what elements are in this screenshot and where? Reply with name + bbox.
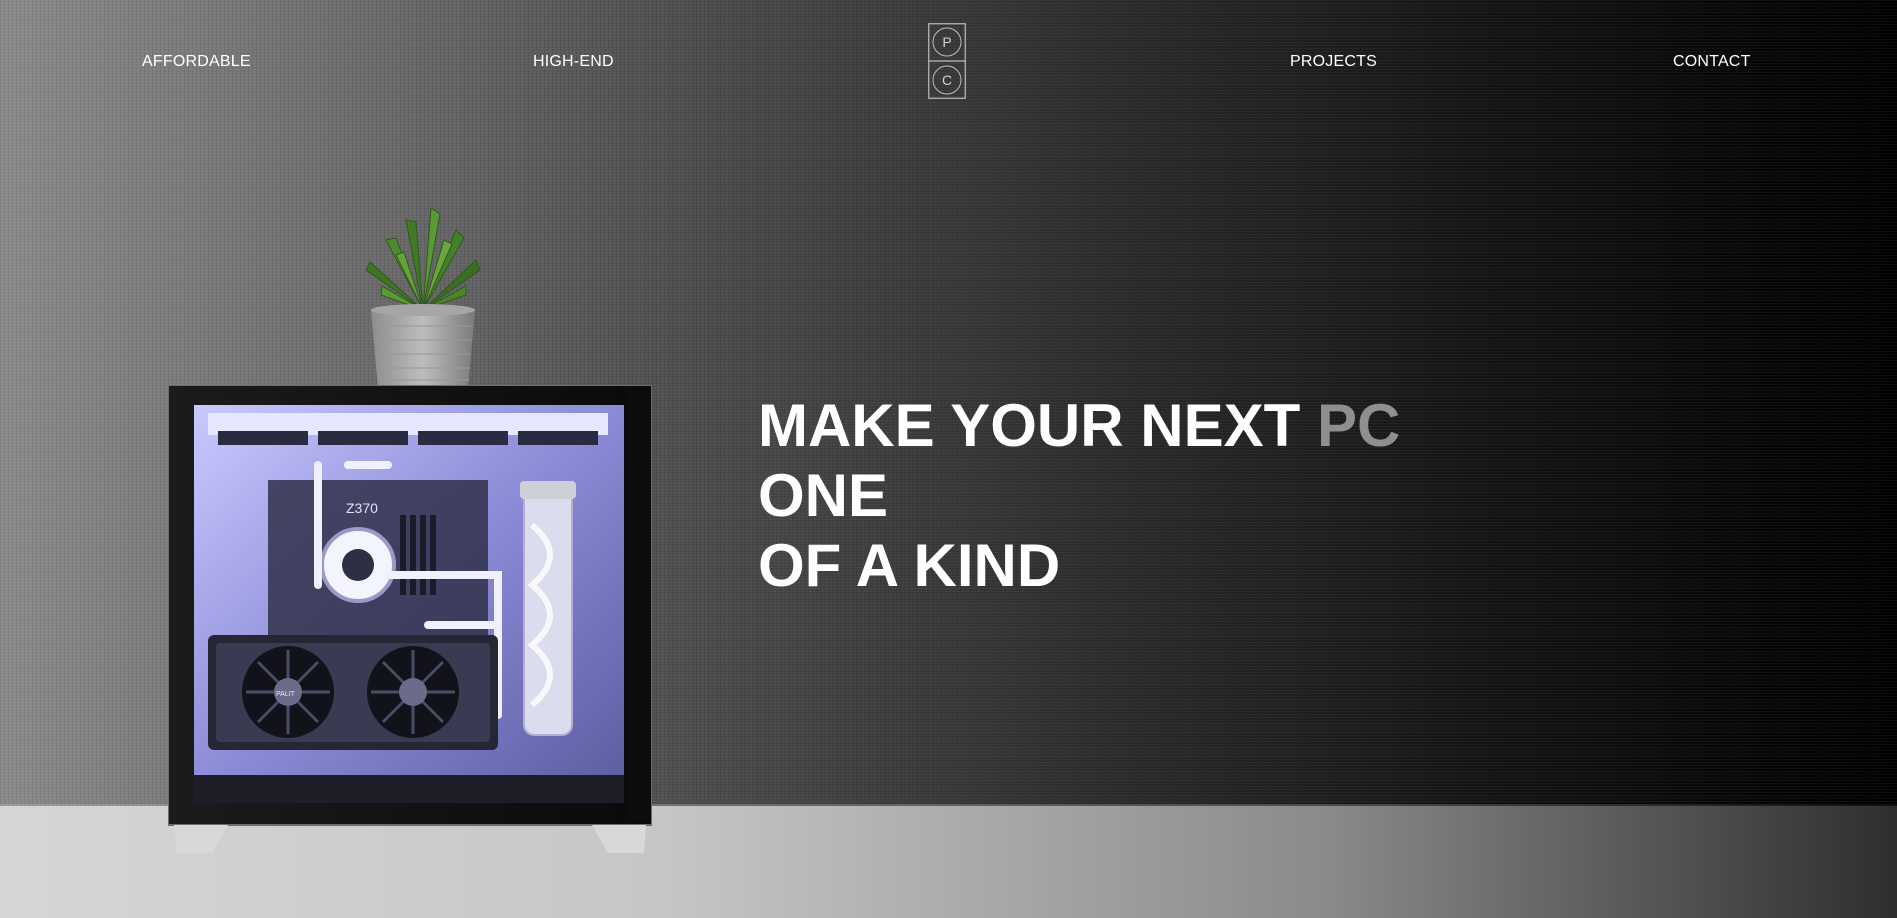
gpu-brand-label: PALIT	[276, 691, 296, 698]
logo-letter-bottom: C	[942, 72, 952, 88]
plant-image	[365, 207, 481, 388]
hero-section: Z370 PALIT AFFORDABLE HIGH-END P C PROJE…	[0, 0, 1897, 918]
nav-link-contact[interactable]: CONTACT	[1673, 53, 1751, 71]
pc-case-image: Z370 PALIT	[168, 385, 652, 853]
headline-part-1: MAKE YOUR NEXT	[758, 392, 1317, 459]
nav-link-affordable[interactable]: AFFORDABLE	[142, 53, 251, 71]
headline-part-2: ONE	[758, 462, 889, 529]
hero-headline: MAKE YOUR NEXT PC ONE OF A KIND	[758, 391, 1518, 601]
headline-accent: PC	[1316, 392, 1401, 459]
pc-logo-icon[interactable]: P C	[928, 23, 966, 99]
motherboard-label: Z370	[346, 500, 378, 516]
nav-link-high-end[interactable]: HIGH-END	[533, 53, 614, 71]
nav-link-projects[interactable]: PROJECTS	[1290, 53, 1377, 71]
headline-line-2: OF A KIND	[758, 532, 1061, 599]
logo-letter-top: P	[942, 34, 951, 50]
